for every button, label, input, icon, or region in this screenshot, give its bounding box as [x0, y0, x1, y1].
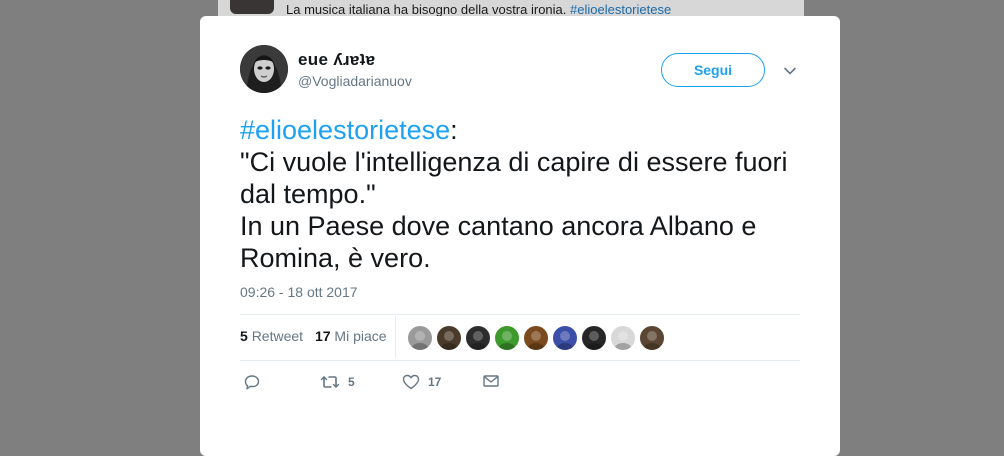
- author-handle[interactable]: @Vogliadarianuov: [298, 73, 412, 89]
- tweet-modal: eue ʎɹɐʇɐ @Vogliadarianuov Segui #elioel…: [200, 16, 840, 456]
- reply-icon: [244, 374, 260, 390]
- retweets-stat[interactable]: 5 Retweet: [240, 328, 303, 344]
- author-display-name[interactable]: eue ʎɹɐʇɐ: [298, 50, 375, 70]
- background-tweet-text: La musica italiana ha bisogno della vost…: [286, 2, 671, 17]
- background-avatar: [230, 0, 274, 14]
- envelope-icon: [483, 374, 499, 388]
- tweet-comment: In un Paese dove cantano ancora Albano e…: [240, 211, 757, 273]
- tweet-timestamp[interactable]: 09:26 - 18 ott 2017: [240, 284, 358, 300]
- author-avatar[interactable]: [240, 45, 288, 93]
- retweets-label: Retweet: [251, 328, 304, 344]
- divider-bottom: [240, 360, 800, 361]
- tweet-hashtag-link[interactable]: #elioelestorietese: [240, 115, 450, 145]
- liker-5-avatar[interactable]: [523, 325, 549, 351]
- stats-separator: [395, 316, 396, 358]
- liker-8-avatar[interactable]: [610, 325, 636, 351]
- tweet-text: #elioelestorietese: "Ci vuole l'intellig…: [240, 114, 810, 274]
- divider-top: [240, 314, 800, 315]
- retweets-count: 5: [240, 328, 248, 344]
- retweet-count: 5: [348, 375, 355, 389]
- liker-6-avatar[interactable]: [552, 325, 578, 351]
- likes-label: Mi piace: [334, 328, 387, 344]
- like-count: 17: [428, 375, 442, 389]
- liker-4-avatar[interactable]: [494, 325, 520, 351]
- reply-button[interactable]: [244, 374, 260, 390]
- tweet-quote: "Ci vuole l'intelligenza di capire di es…: [240, 147, 788, 209]
- background-hashtag-link[interactable]: #elioelestorietese: [570, 2, 671, 17]
- retweet-icon: [320, 374, 340, 390]
- follow-button[interactable]: Segui: [661, 53, 765, 87]
- hashtag-suffix: :: [450, 115, 458, 145]
- tweet-stats: 5 Retweet 17 Mi piace: [240, 328, 395, 344]
- liker-3-avatar[interactable]: [465, 325, 491, 351]
- retweet-button[interactable]: 5: [320, 374, 355, 390]
- liker-1-avatar[interactable]: [407, 325, 433, 351]
- chevron-down-icon[interactable]: [783, 64, 797, 78]
- likes-stat[interactable]: 17 Mi piace: [315, 328, 387, 344]
- background-text: La musica italiana ha bisogno della vost…: [286, 2, 567, 17]
- liker-2-avatar[interactable]: [436, 325, 462, 351]
- like-button[interactable]: 17: [402, 374, 441, 390]
- tweet-line-hashtag: #elioelestorietese:: [240, 114, 810, 146]
- direct-message-button[interactable]: [483, 374, 499, 388]
- heart-icon: [402, 374, 420, 390]
- liker-9-avatar[interactable]: [639, 325, 665, 351]
- likes-count: 17: [314, 328, 331, 344]
- liker-7-avatar[interactable]: [581, 325, 607, 351]
